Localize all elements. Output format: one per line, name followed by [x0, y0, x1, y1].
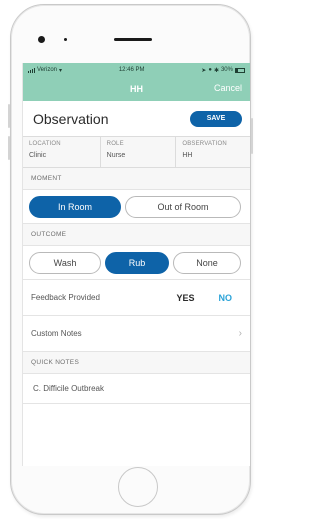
nav-title: HH — [130, 84, 143, 94]
info-observation: OBSERVATION HH — [176, 137, 250, 167]
info-label: OBSERVATION — [182, 141, 227, 147]
proximity-sensor — [64, 38, 67, 41]
app-screen: Verizon ▾ 12:46 PM ➤ ● ✱ 30% HH Cancel O… — [22, 63, 250, 466]
bluetooth-icon: ✱ — [213, 67, 219, 74]
quick-notes-label: QUICK NOTES — [23, 352, 250, 374]
moment-section-label: MOMENT — [23, 168, 250, 190]
moment-option-in-room[interactable]: In Room — [29, 195, 121, 218]
feedback-yes-option[interactable]: YES — [176, 293, 194, 303]
volume-down-button — [8, 136, 10, 160]
outcome-option-none[interactable]: None — [173, 251, 241, 274]
outcome-option-wash[interactable]: Wash — [29, 251, 101, 274]
outcome-option-rub[interactable]: Rub — [105, 251, 169, 274]
outcome-section-label: OUTCOME — [23, 224, 250, 246]
wifi-icon: ▾ — [59, 67, 63, 74]
feedback-no-option[interactable]: NO — [219, 293, 233, 303]
info-label: ROLE — [106, 141, 124, 147]
nav-bar: HH Cancel — [23, 77, 250, 101]
signal-icon — [28, 67, 35, 73]
moment-option-out-of-room[interactable]: Out of Room — [125, 195, 241, 218]
info-value: Clinic — [29, 152, 47, 159]
power-button — [251, 118, 253, 154]
volume-up-button — [8, 104, 10, 128]
info-label: LOCATION — [29, 141, 61, 147]
cancel-button[interactable]: Cancel — [214, 83, 242, 93]
page-title: Observation — [33, 110, 109, 127]
info-location: LOCATION Clinic — [23, 137, 101, 167]
quick-note-item[interactable]: C. Difficile Outbreak — [23, 374, 250, 404]
custom-notes-row[interactable]: Custom Notes › — [23, 316, 250, 352]
battery-icon — [234, 67, 245, 73]
save-button[interactable]: SAVE — [190, 110, 242, 127]
status-bar: Verizon ▾ 12:46 PM ➤ ● ✱ 30% — [23, 63, 250, 77]
custom-notes-label: Custom Notes — [31, 329, 82, 338]
battery-percent: 30% — [220, 67, 233, 73]
feedback-toggle: YES NO — [176, 293, 232, 303]
feedback-label: Feedback Provided — [31, 293, 100, 302]
moment-selector: In Room Out of Room — [23, 190, 250, 224]
front-camera — [38, 36, 45, 43]
page-header: Observation SAVE — [23, 101, 250, 137]
chevron-right-icon: › — [238, 328, 242, 339]
outcome-selector: Wash Rub None — [23, 246, 250, 280]
alarm-icon: ● — [208, 67, 212, 73]
observation-info: LOCATION Clinic ROLE Nurse OBSERVATION H… — [23, 137, 250, 168]
feedback-row: Feedback Provided YES NO — [23, 280, 250, 316]
info-role: ROLE Nurse — [101, 137, 177, 167]
home-button[interactable] — [118, 467, 158, 507]
location-icon: ➤ — [201, 67, 207, 74]
info-value: HH — [182, 152, 193, 159]
earpiece-speaker — [114, 38, 152, 41]
info-value: Nurse — [106, 152, 126, 159]
carrier-name: Verizon — [37, 67, 58, 73]
status-time: 12:46 PM — [118, 67, 145, 73]
